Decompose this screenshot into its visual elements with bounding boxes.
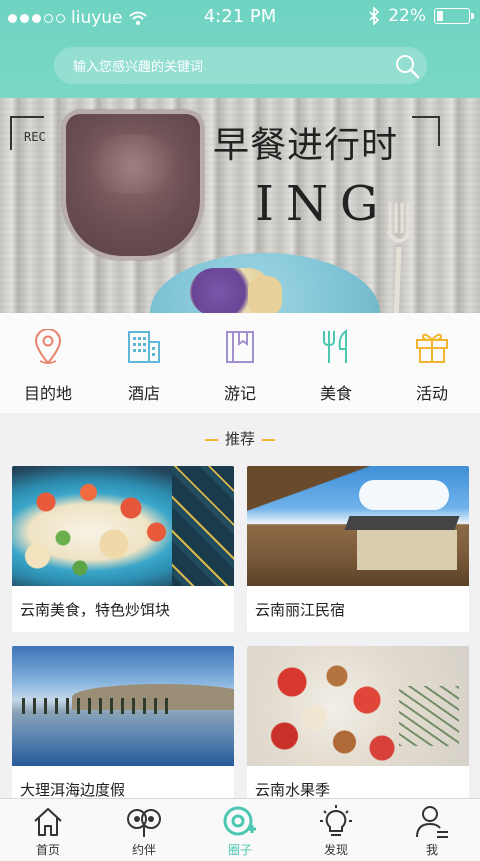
section-title: 推荐 — [224, 430, 255, 448]
card-image-food — [12, 466, 234, 586]
tab-label: 发现 — [323, 843, 348, 857]
card-caption: 云南美食，特色炒饵块 — [20, 600, 171, 619]
tab-circle[interactable]: 圈子 — [192, 799, 288, 861]
circle-icon — [222, 805, 258, 839]
card-image-lake — [12, 646, 234, 766]
category-label: 美食 — [319, 384, 352, 403]
recommend-card[interactable]: 云南水果季 — [247, 646, 469, 812]
frame-corner — [412, 116, 440, 146]
search-icon[interactable] — [387, 53, 427, 79]
banner-roll-slice — [248, 276, 282, 313]
category-travelogue[interactable]: 游记 — [192, 313, 288, 413]
banner-smoothie-cup — [62, 110, 204, 260]
home-icon — [32, 805, 64, 839]
recommend-card[interactable]: 大理洱海边度假 — [12, 646, 234, 812]
banner-subtitle: ING — [255, 176, 391, 232]
banner[interactable]: REC 早餐进行时 ING — [0, 98, 480, 313]
tab-label: 我 — [425, 843, 438, 857]
tab-discover[interactable]: 发现 — [288, 799, 384, 861]
heading-dash-right: — — [261, 430, 276, 448]
rec-frame: REC — [10, 116, 46, 150]
search-bar[interactable]: 输入您感兴趣的关键词 — [54, 47, 427, 84]
category-hotel[interactable]: 酒店 — [96, 313, 192, 413]
category-destination[interactable]: 目的地 — [0, 313, 96, 413]
category-bar: 目的地 酒店 游记 美食 活动 — [0, 313, 480, 413]
card-image-fruit — [247, 646, 469, 766]
tab-home[interactable]: 首页 — [0, 799, 96, 861]
card-image-inn — [247, 466, 469, 586]
bluetooth-icon — [369, 7, 380, 25]
tab-companion[interactable]: 约伴 — [96, 799, 192, 861]
battery-icon — [434, 8, 474, 24]
tab-label: 约伴 — [131, 843, 156, 857]
recommend-card[interactable]: 云南美食，特色炒饵块 — [12, 466, 234, 632]
category-label: 活动 — [415, 384, 448, 403]
battery-percent: 22% — [388, 6, 426, 26]
tab-me[interactable]: 我 — [384, 799, 480, 861]
heading-dash-left: — — [203, 430, 219, 448]
fork-knife-icon — [316, 327, 356, 367]
book-icon — [220, 327, 260, 367]
category-activity[interactable]: 活动 — [384, 313, 480, 413]
search-input[interactable]: 输入您感兴趣的关键词 — [73, 56, 387, 75]
header: liuyue 4:21 PM 22% 输入您感兴趣的关键词 — [0, 0, 480, 98]
companion-icon — [125, 805, 163, 839]
recommend-card[interactable]: 云南丽江民宿 — [247, 466, 469, 632]
tab-label: 首页 — [35, 843, 60, 857]
user-icon — [415, 805, 449, 839]
category-label: 游记 — [223, 384, 256, 403]
status-right: 22% — [368, 6, 474, 26]
category-label: 目的地 — [23, 384, 72, 403]
category-food[interactable]: 美食 — [288, 313, 384, 413]
lightbulb-icon — [320, 805, 352, 839]
banner-title: 早餐进行时 — [213, 125, 399, 166]
gift-icon — [412, 327, 452, 367]
rec-label: REC — [24, 130, 46, 144]
tab-bar: 首页 约伴 圈子 发现 我 — [0, 798, 480, 861]
location-pin-icon — [28, 327, 68, 367]
status-bar: liuyue 4:21 PM 22% — [0, 0, 480, 34]
section-heading: — 推荐 — — [0, 428, 480, 449]
category-label: 酒店 — [127, 384, 160, 403]
building-icon — [124, 327, 164, 367]
card-caption: 云南丽江民宿 — [255, 600, 346, 619]
tab-label: 圈子 — [227, 843, 252, 857]
